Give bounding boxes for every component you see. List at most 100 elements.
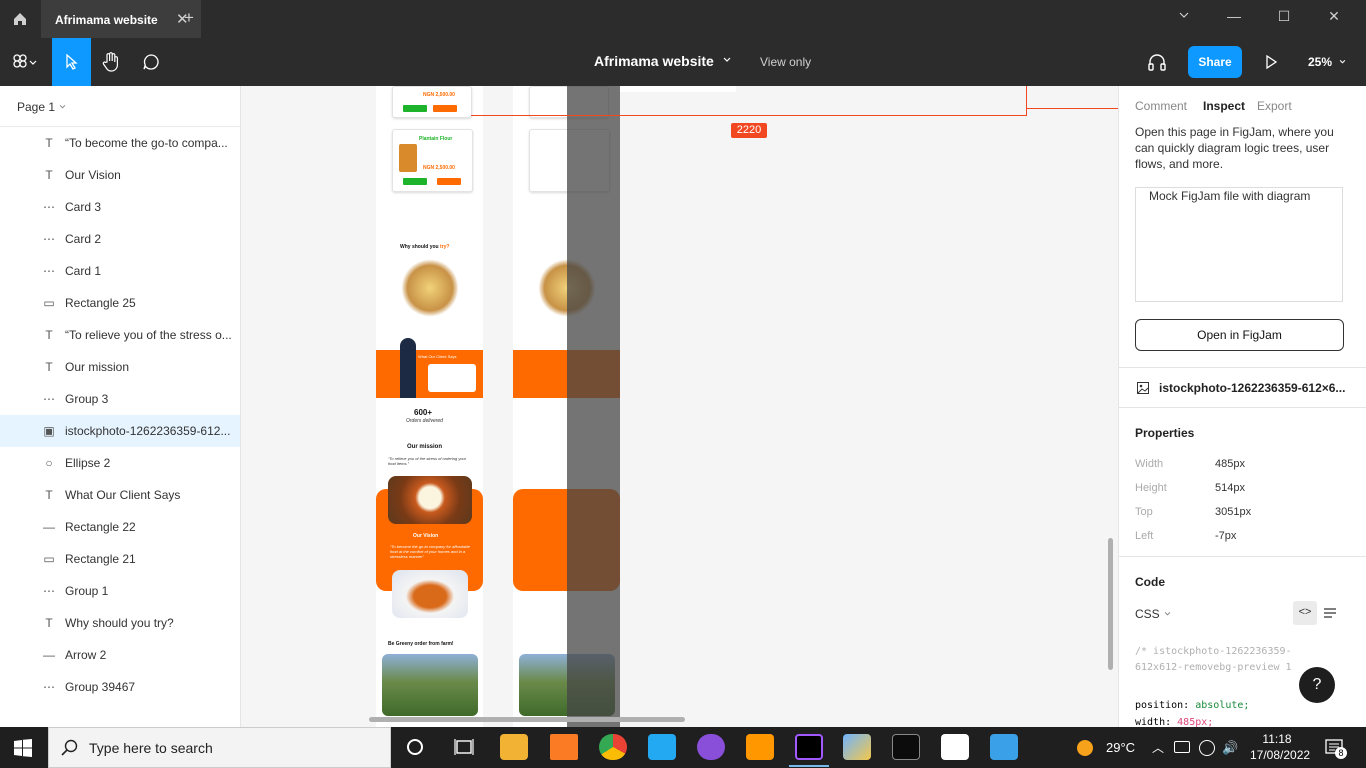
layer-item[interactable]: ▭ Rectangle 21 — [0, 543, 240, 575]
share-button[interactable]: Share — [1188, 46, 1242, 78]
task-view-icon[interactable] — [454, 738, 474, 761]
layers-panel: Page 1 T “To become the go-to compa... T Ou… — [0, 86, 241, 727]
chevron-up-icon[interactable]: ︿ — [1152, 739, 1164, 756]
battery-icon[interactable] — [1174, 741, 1190, 753]
network-globe-icon[interactable] — [1199, 740, 1215, 756]
layer-item[interactable]: T “To become the go-to compa... — [0, 127, 240, 159]
layer-item[interactable]: ○ Ellipse 2 — [0, 447, 240, 479]
minimize-icon[interactable]: — — [1219, 8, 1249, 30]
close-window-icon[interactable]: ✕ — [1319, 8, 1349, 30]
move-tool-icon[interactable] — [52, 38, 91, 86]
clock[interactable]: 11:18 17/08/2022 — [1250, 731, 1310, 763]
active-app-indicator — [789, 765, 829, 767]
layer-item[interactable]: — Arrow 2 — [0, 639, 240, 671]
tab-inspect[interactable]: Inspect — [1203, 99, 1245, 113]
layer-label: Group 1 — [65, 584, 109, 598]
toolbar: Afrimama website View only Share 25% — [0, 38, 1366, 86]
layer-item[interactable]: ⋯ Card 2 — [0, 223, 240, 255]
sublime-text-icon[interactable] — [746, 734, 774, 760]
clock-time: 11:18 — [1262, 732, 1292, 746]
layer-item[interactable]: ⋯ Group 1 — [0, 575, 240, 607]
property-key: Width — [1135, 458, 1164, 470]
temperature[interactable]: 29°C — [1106, 740, 1135, 755]
frame-layer-icon: ⋯ — [43, 232, 55, 246]
layer-item[interactable]: ⋯ Card 3 — [0, 191, 240, 223]
greeny-heading: Be Greeny order from farm! — [388, 641, 454, 647]
product-card-plantain: Plantain Flour NGN 2,500.00 — [392, 129, 473, 192]
code-view-icon[interactable]: <> — [1293, 601, 1317, 625]
property-value[interactable]: 3051px — [1215, 506, 1251, 518]
maximize-icon[interactable]: ☐ — [1269, 8, 1299, 30]
layer-label: istockphoto-1262236359-612... — [65, 424, 231, 438]
list-view-icon[interactable] — [1323, 606, 1337, 620]
figma-app-icon[interactable] — [795, 734, 823, 760]
layer-item[interactable]: T Our Vision — [0, 159, 240, 191]
headphones-icon[interactable] — [1140, 38, 1174, 86]
layer-item[interactable]: ▣ istockphoto-1262236359-612... — [0, 415, 240, 447]
home-icon[interactable] — [0, 0, 40, 38]
image-icon — [1137, 381, 1149, 399]
measure-badge: 2220 — [731, 123, 767, 138]
tab-export[interactable]: Export — [1257, 99, 1292, 113]
layer-item[interactable]: ⋯ Card 1 — [0, 255, 240, 287]
layer-item[interactable]: T Our mission — [0, 351, 240, 383]
open-in-figjam-button[interactable]: Open in FigJam — [1135, 319, 1344, 351]
github-desktop-icon[interactable] — [697, 734, 725, 760]
text-layer-icon: T — [45, 616, 53, 630]
new-tab-icon[interactable]: + — [184, 8, 202, 28]
chevron-down-icon[interactable] — [722, 55, 732, 68]
code-language: CSS — [1135, 607, 1160, 621]
property-value[interactable]: 514px — [1215, 482, 1245, 494]
mobile-frame-left[interactable]: NGN 2,500.00 Plantain Flour NGN 2,500.00… — [376, 86, 483, 727]
xampp-icon[interactable] — [550, 734, 578, 760]
layer-item[interactable]: T What Our Client Says — [0, 479, 240, 511]
hand-tool-icon[interactable] — [91, 38, 131, 86]
layer-item[interactable]: T “To relieve you of the stress o... — [0, 319, 240, 351]
vscode-icon[interactable] — [648, 734, 676, 760]
layer-label: Rectangle 25 — [65, 296, 136, 310]
notification-icon[interactable]: 8 — [1325, 739, 1347, 762]
horizontal-scrollbar[interactable] — [369, 717, 685, 722]
remote-desktop-icon[interactable] — [990, 734, 1018, 760]
product-image — [399, 144, 417, 172]
testimonial-card — [428, 364, 476, 392]
figma-menu-icon[interactable] — [0, 38, 50, 86]
selected-layer-name: istockphoto-1262236359-612×6... — [1159, 381, 1346, 395]
layer-item[interactable]: ⋯ Group 39467 — [0, 671, 240, 703]
help-button[interactable]: ? — [1299, 667, 1335, 703]
zoom-level[interactable]: 25% — [1308, 55, 1347, 69]
property-value[interactable]: -7px — [1215, 530, 1236, 542]
comment-tool-icon[interactable] — [131, 38, 171, 86]
chrome-icon[interactable] — [599, 734, 627, 760]
design-canvas[interactable]: NGN 2,500.00 Plantain Flour NGN 2,500.00… — [242, 86, 1118, 727]
clients-heading: What Our Client Says — [418, 354, 457, 359]
file-explorer-icon[interactable] — [500, 734, 528, 760]
tab-comment[interactable]: Comment — [1135, 99, 1187, 113]
terminal-icon[interactable] — [892, 734, 920, 760]
windows-start-icon[interactable] — [14, 739, 32, 762]
rectangle-layer-icon: ▭ — [43, 552, 55, 566]
line-layer-icon: — — [43, 648, 55, 662]
cortana-icon[interactable] — [406, 738, 424, 761]
page-selector[interactable]: Page 1 — [17, 100, 67, 114]
layer-label: Arrow 2 — [65, 648, 107, 662]
layer-item[interactable]: — Rectangle 22 — [0, 511, 240, 543]
document-title[interactable]: Afrimama website — [594, 53, 714, 69]
weather-sun-icon[interactable] — [1077, 740, 1093, 756]
taskbar-search-box[interactable]: Type here to search — [48, 727, 391, 768]
divider — [1119, 367, 1366, 368]
layer-item[interactable]: T Why should you try? — [0, 607, 240, 639]
layer-label: Group 3 — [65, 392, 109, 406]
paint-icon[interactable] — [843, 734, 871, 760]
volume-icon[interactable]: 🔊 — [1222, 740, 1238, 756]
code-line: position: absolute; — [1135, 700, 1249, 711]
vertical-scrollbar[interactable] — [1108, 538, 1113, 670]
layer-item[interactable]: ▭ Rectangle 25 — [0, 287, 240, 319]
photos-icon[interactable] — [941, 734, 969, 760]
present-play-icon[interactable] — [1256, 38, 1286, 86]
code-language-select[interactable]: CSS — [1135, 607, 1172, 621]
layer-item[interactable]: ⋯ Group 3 — [0, 383, 240, 415]
chevron-down-icon[interactable] — [1169, 8, 1199, 30]
property-value[interactable]: 485px — [1215, 458, 1245, 470]
frame-layer-icon: ⋯ — [43, 264, 55, 278]
